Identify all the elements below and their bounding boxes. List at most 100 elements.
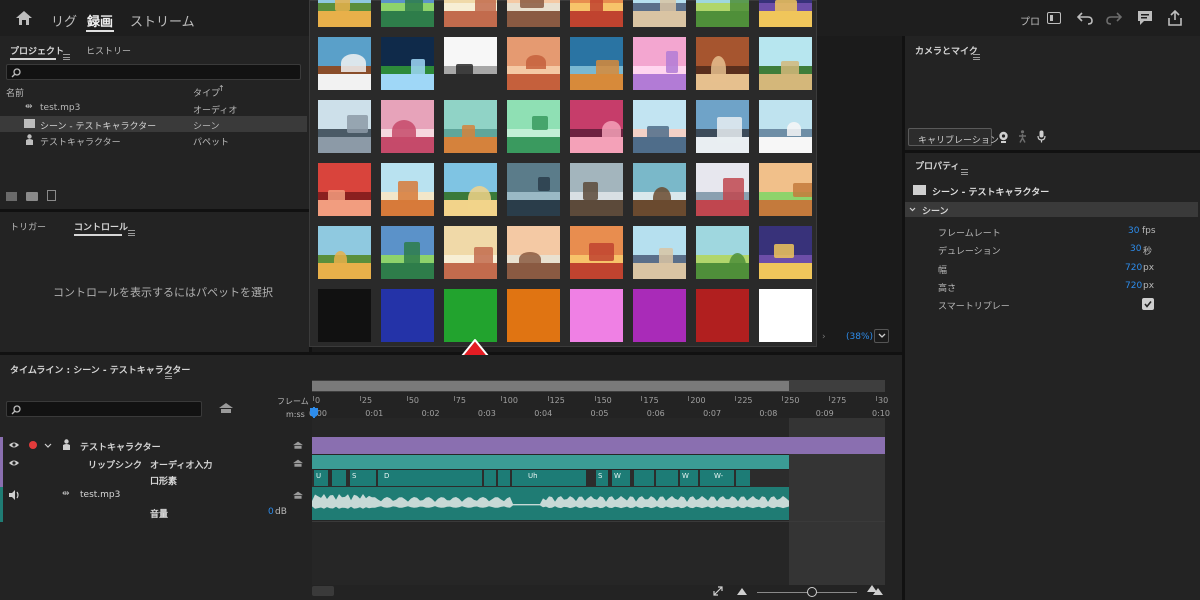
background-thumbnail[interactable] bbox=[759, 226, 812, 279]
timeline-range-bar[interactable] bbox=[312, 380, 885, 392]
calibrate-button[interactable]: キャリブレーション bbox=[908, 128, 999, 146]
scene-section-header[interactable]: シーン bbox=[905, 202, 1198, 217]
background-thumbnail[interactable] bbox=[507, 37, 560, 90]
background-thumbnail[interactable] bbox=[507, 226, 560, 279]
pro-label[interactable]: プロ bbox=[1020, 13, 1040, 28]
viseme-block[interactable]: W bbox=[612, 470, 630, 486]
scroll-right-icon[interactable]: › bbox=[822, 332, 826, 342]
controls-menu-icon[interactable] bbox=[128, 229, 135, 236]
viseme-block[interactable]: W bbox=[680, 470, 698, 486]
solid-color-swatch[interactable] bbox=[759, 289, 812, 342]
solid-color-swatch[interactable] bbox=[696, 289, 749, 342]
viseme-block[interactable] bbox=[634, 470, 654, 486]
viseme-block[interactable] bbox=[498, 470, 510, 486]
viseme-block[interactable] bbox=[332, 470, 346, 486]
new-document-icon[interactable] bbox=[47, 190, 56, 201]
prop-value[interactable]: 720 bbox=[1125, 263, 1142, 273]
background-thumbnail[interactable] bbox=[381, 37, 434, 90]
comment-icon[interactable] bbox=[1137, 10, 1153, 26]
background-thumbnail[interactable] bbox=[381, 226, 434, 279]
background-thumbnail[interactable] bbox=[318, 163, 371, 216]
playhead-handle[interactable] bbox=[310, 408, 318, 417]
track-row-puppet[interactable]: テストキャラクター bbox=[0, 437, 312, 522]
list-item[interactable]: ⇹ test.mp3 オーディオ bbox=[0, 100, 307, 116]
webcam-icon[interactable] bbox=[998, 131, 1009, 143]
background-thumbnail[interactable] bbox=[633, 100, 686, 153]
properties-menu-icon[interactable] bbox=[961, 168, 968, 175]
solid-color-swatch[interactable] bbox=[507, 289, 560, 342]
background-thumbnail[interactable] bbox=[633, 37, 686, 90]
background-thumbnail[interactable] bbox=[570, 226, 623, 279]
volume-value[interactable]: 0 bbox=[268, 507, 274, 517]
zoom-out-icon[interactable] bbox=[737, 588, 747, 595]
project-search-input[interactable] bbox=[6, 64, 301, 80]
zoom-in-icon[interactable] bbox=[867, 585, 883, 595]
camera-menu-icon[interactable] bbox=[973, 53, 980, 60]
background-thumbnail[interactable] bbox=[696, 226, 749, 279]
tab-history[interactable]: ヒストリー bbox=[86, 44, 131, 57]
solid-color-swatch[interactable] bbox=[318, 289, 371, 342]
background-thumbnail[interactable] bbox=[696, 163, 749, 216]
prop-value[interactable]: 30 bbox=[1128, 226, 1139, 236]
chevron-down-icon[interactable] bbox=[44, 443, 52, 448]
viseme-block[interactable]: S bbox=[350, 470, 376, 486]
speaker-icon[interactable] bbox=[8, 490, 20, 500]
timeline-menu-icon[interactable] bbox=[165, 372, 172, 379]
background-thumbnail[interactable] bbox=[381, 100, 434, 153]
microphone-icon[interactable] bbox=[1037, 130, 1046, 143]
background-thumbnail[interactable] bbox=[507, 163, 560, 216]
timeline-search-input[interactable] bbox=[6, 401, 202, 417]
background-thumbnail[interactable] bbox=[570, 37, 623, 90]
project-menu-icon[interactable] bbox=[63, 53, 70, 60]
background-thumbnail[interactable] bbox=[696, 37, 749, 90]
viseme-block[interactable]: W- bbox=[712, 470, 734, 486]
home-icon[interactable] bbox=[15, 10, 33, 26]
scene-zoom-level[interactable]: (38%) bbox=[846, 332, 873, 342]
background-thumbnail[interactable] bbox=[696, 100, 749, 153]
viseme-block[interactable] bbox=[656, 470, 666, 486]
list-item[interactable]: シーン - テストキャラクター シーン bbox=[0, 116, 307, 132]
background-thumbnail[interactable] bbox=[444, 37, 497, 90]
background-thumbnail[interactable] bbox=[444, 163, 497, 216]
list-item[interactable]: テストキャラクター パペット bbox=[0, 132, 307, 148]
fit-timeline-icon[interactable] bbox=[713, 586, 723, 596]
record-arm-icon[interactable] bbox=[29, 441, 37, 449]
prop-value[interactable]: 720 bbox=[1125, 281, 1142, 291]
background-thumbnail[interactable] bbox=[381, 0, 434, 27]
solid-color-swatch[interactable] bbox=[444, 289, 497, 342]
track-options-icon[interactable] bbox=[293, 459, 303, 468]
background-thumbnail[interactable] bbox=[570, 163, 623, 216]
eye-icon[interactable] bbox=[8, 459, 20, 467]
background-thumbnail[interactable] bbox=[633, 226, 686, 279]
background-thumbnail[interactable] bbox=[381, 163, 434, 216]
viseme-block[interactable] bbox=[700, 470, 712, 486]
viseme-block[interactable] bbox=[666, 470, 678, 486]
viseme-block[interactable] bbox=[736, 470, 750, 486]
background-thumbnail[interactable] bbox=[318, 100, 371, 153]
eye-icon[interactable] bbox=[8, 441, 20, 449]
puppet-track-bar[interactable] bbox=[312, 437, 885, 454]
timeline-scrollbar[interactable] bbox=[312, 586, 334, 596]
solid-color-swatch[interactable] bbox=[570, 289, 623, 342]
work-area-bar[interactable] bbox=[312, 381, 789, 391]
new-scene-icon[interactable] bbox=[6, 192, 17, 201]
tab-triggers[interactable]: トリガー bbox=[10, 220, 46, 233]
background-thumbnail[interactable] bbox=[759, 100, 812, 153]
redo-icon[interactable] bbox=[1106, 11, 1122, 25]
background-thumbnail[interactable] bbox=[444, 0, 497, 27]
track-row-lipsync[interactable]: リップシンク オーディオ入力 口形素 bbox=[0, 455, 312, 487]
track-options-icon[interactable] bbox=[293, 441, 303, 450]
tab-project[interactable]: プロジェクト bbox=[10, 44, 64, 57]
viseme-block[interactable] bbox=[484, 470, 496, 486]
background-thumbnail[interactable] bbox=[759, 37, 812, 90]
viseme-block[interactable] bbox=[512, 470, 526, 486]
tab-record[interactable]: 録画 bbox=[87, 11, 113, 30]
share-icon[interactable] bbox=[1167, 10, 1183, 26]
background-thumbnail[interactable] bbox=[318, 0, 371, 27]
viseme-block[interactable]: D bbox=[382, 470, 482, 486]
solid-color-swatch[interactable] bbox=[633, 289, 686, 342]
viseme-block[interactable]: Uh bbox=[526, 470, 586, 486]
background-thumbnail[interactable] bbox=[444, 100, 497, 153]
new-folder-icon[interactable] bbox=[26, 192, 38, 201]
background-thumbnail[interactable] bbox=[633, 0, 686, 27]
